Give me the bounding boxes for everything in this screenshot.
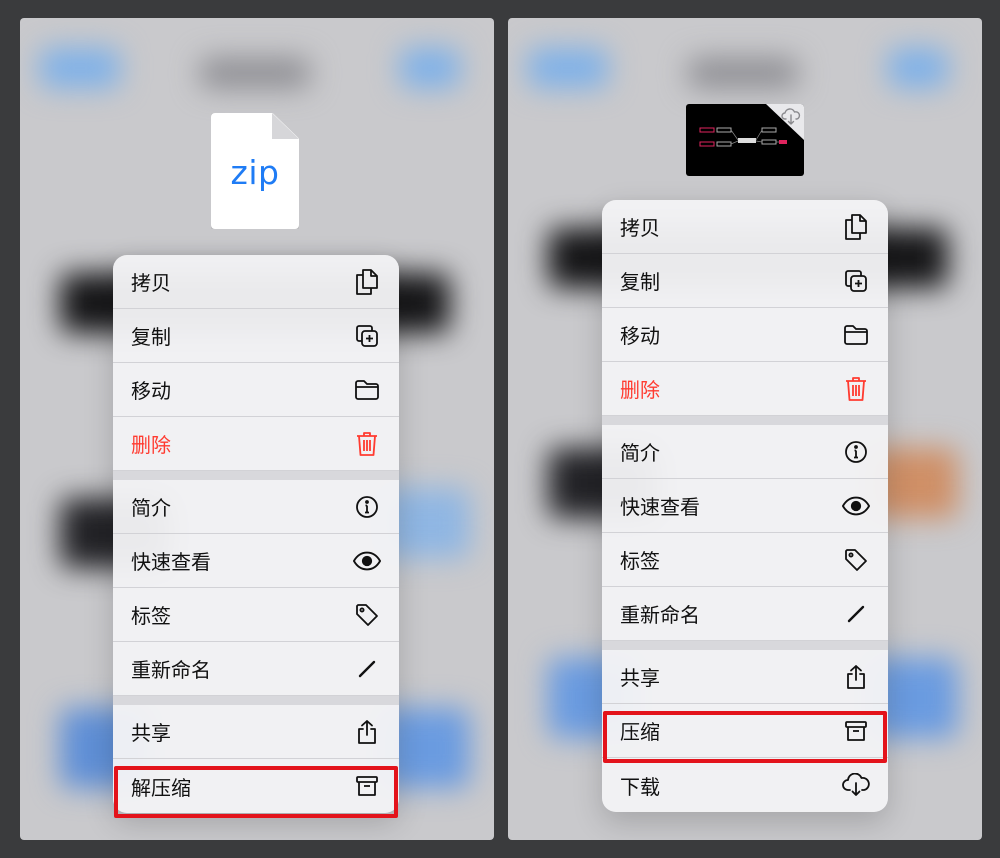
menu-item-label: 快速查看 xyxy=(620,495,700,519)
tag-icon xyxy=(353,601,381,629)
menu-item-download[interactable]: 下载 xyxy=(602,758,888,812)
menu-item-move[interactable]: 移动 xyxy=(113,363,399,417)
menu-item-label: 共享 xyxy=(620,666,660,690)
menu-item-label: 压缩 xyxy=(620,720,660,744)
menu-item-share[interactable]: 共享 xyxy=(113,705,399,759)
menu-item-compress[interactable]: 压缩 xyxy=(602,704,888,758)
copy-doc-icon xyxy=(842,213,870,241)
menu-item-label: 拷贝 xyxy=(620,216,660,240)
share-icon xyxy=(842,663,870,691)
background-blur xyxy=(40,48,120,88)
trash-icon xyxy=(353,430,381,458)
eye-icon xyxy=(353,547,381,575)
menu-item-label: 简介 xyxy=(620,441,660,465)
archive-box-icon xyxy=(353,772,381,800)
archive-box-icon xyxy=(842,717,870,745)
menu-item-duplicate[interactable]: 复制 xyxy=(602,254,888,308)
menu-separator xyxy=(113,696,399,705)
eye-icon xyxy=(842,492,870,520)
copy-doc-icon xyxy=(353,268,381,296)
menu-item-label: 简介 xyxy=(131,496,171,520)
pencil-icon xyxy=(353,655,381,683)
menu-item-label: 快速查看 xyxy=(131,550,211,574)
cloud-download-icon xyxy=(781,107,801,129)
share-icon xyxy=(353,718,381,746)
menu-separator xyxy=(602,641,888,650)
menu-item-move[interactable]: 移动 xyxy=(602,308,888,362)
menu-item-label: 重新命名 xyxy=(620,603,700,627)
menu-item-delete[interactable]: 删除 xyxy=(113,417,399,471)
duplicate-icon xyxy=(842,267,870,295)
menu-item-label: 拷贝 xyxy=(131,271,171,295)
menu-item-quick-look[interactable]: 快速查看 xyxy=(602,479,888,533)
zip-file-type-label: zip xyxy=(230,153,280,192)
background-blur xyxy=(528,48,608,88)
context-menu: 拷贝 复制 移动 删除 简介 xyxy=(113,255,399,813)
menu-item-tags[interactable]: 标签 xyxy=(602,533,888,587)
tag-icon xyxy=(842,546,870,574)
menu-item-label: 删除 xyxy=(131,433,171,457)
menu-item-share[interactable]: 共享 xyxy=(602,650,888,704)
menu-item-rename[interactable]: 重新命名 xyxy=(602,587,888,641)
menu-item-rename[interactable]: 重新命名 xyxy=(113,642,399,696)
menu-item-label: 标签 xyxy=(620,549,660,573)
menu-item-info[interactable]: 简介 xyxy=(602,425,888,479)
zip-file-thumbnail: zip xyxy=(211,113,299,229)
context-menu: 拷贝 复制 移动 删除 简介 xyxy=(602,200,888,812)
duplicate-icon xyxy=(353,322,381,350)
menu-item-label: 移动 xyxy=(620,324,660,348)
menu-item-label: 复制 xyxy=(620,270,660,294)
menu-item-label: 标签 xyxy=(131,604,171,628)
info-icon xyxy=(353,493,381,521)
folder-icon xyxy=(353,376,381,404)
menu-separator xyxy=(602,416,888,425)
image-file-thumbnail xyxy=(686,104,804,176)
menu-item-duplicate[interactable]: 复制 xyxy=(113,309,399,363)
menu-item-label: 重新命名 xyxy=(131,658,211,682)
pencil-icon xyxy=(842,600,870,628)
background-blur xyxy=(688,58,798,88)
menu-item-tags[interactable]: 标签 xyxy=(113,588,399,642)
folder-icon xyxy=(842,321,870,349)
right-screenshot-panel: 拷贝 复制 移动 删除 简介 快速查看 标签 重新命名 共享 压缩 下载 xyxy=(508,18,982,840)
trash-icon xyxy=(842,375,870,403)
menu-item-info[interactable]: 简介 xyxy=(113,480,399,534)
left-screenshot-panel: zip 拷贝 复制 移动 删除 简介 快速查看 标签 重新命名 共享 解压缩 xyxy=(20,18,494,840)
menu-item-label: 移动 xyxy=(131,379,171,403)
menu-item-label: 删除 xyxy=(620,378,660,402)
menu-item-decompress[interactable]: 解压缩 xyxy=(113,759,399,813)
menu-item-copy[interactable]: 拷贝 xyxy=(113,255,399,309)
background-blur xyxy=(200,58,310,88)
background-blur xyxy=(400,48,460,88)
menu-item-quick-look[interactable]: 快速查看 xyxy=(113,534,399,588)
cloud-download-icon xyxy=(842,771,870,799)
menu-separator xyxy=(113,471,399,480)
menu-item-delete[interactable]: 删除 xyxy=(602,362,888,416)
menu-item-label: 共享 xyxy=(131,721,171,745)
info-icon xyxy=(842,438,870,466)
background-blur xyxy=(888,48,948,88)
menu-item-label: 解压缩 xyxy=(131,775,191,800)
menu-item-copy[interactable]: 拷贝 xyxy=(602,200,888,254)
menu-item-label: 复制 xyxy=(131,325,171,349)
menu-item-label: 下载 xyxy=(620,774,660,799)
